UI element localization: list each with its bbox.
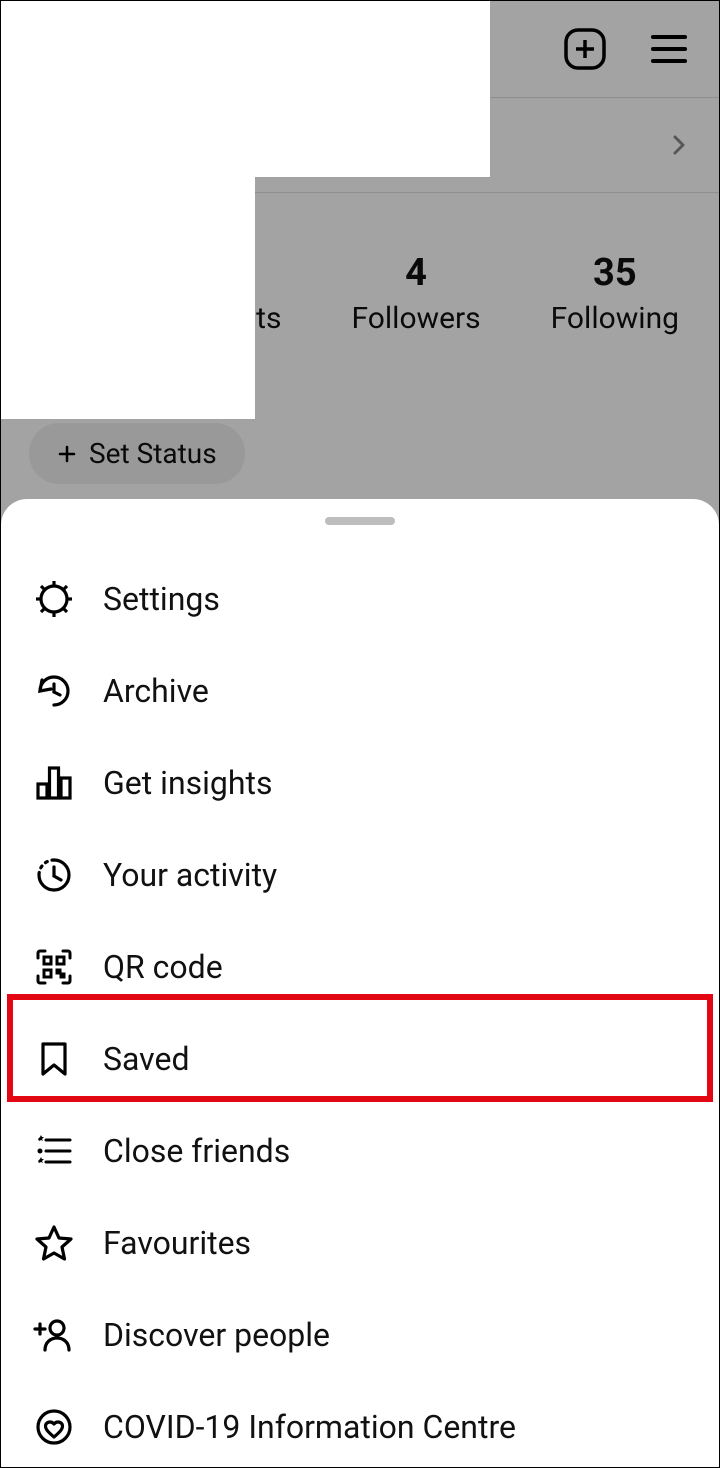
menu-item-favourites[interactable]: Favourites <box>1 1197 719 1289</box>
menu-item-label: Close friends <box>103 1132 290 1170</box>
menu-item-discover-people[interactable]: Discover people <box>1 1289 719 1381</box>
activity-icon <box>31 852 77 898</box>
menu-item-covid-info[interactable]: COVID-19 Information Centre <box>1 1381 719 1468</box>
covid-icon <box>31 1404 77 1450</box>
bottom-sheet-menu: Settings Archive Get insi <box>1 499 719 1467</box>
close-friends-icon <box>31 1128 77 1174</box>
qrcode-icon <box>31 944 77 990</box>
menu-item-close-friends[interactable]: Close friends <box>1 1105 719 1197</box>
settings-icon <box>31 576 77 622</box>
discover-people-icon <box>31 1312 77 1358</box>
insights-icon <box>31 760 77 806</box>
menu-item-label: QR code <box>103 948 223 986</box>
redaction-overlay <box>1 1 255 419</box>
menu-item-label: Discover people <box>103 1316 330 1354</box>
menu-item-label: Get insights <box>103 764 273 802</box>
menu-item-insights[interactable]: Get insights <box>1 737 719 829</box>
sheet-grabber[interactable] <box>325 517 395 525</box>
menu-item-label: Archive <box>103 672 209 710</box>
archive-icon <box>31 668 77 714</box>
menu-item-label: Settings <box>103 580 220 618</box>
annotation-highlight-box <box>7 994 713 1102</box>
menu-item-label: Favourites <box>103 1224 251 1262</box>
menu-item-your-activity[interactable]: Your activity <box>1 829 719 921</box>
menu-item-label: COVID-19 Information Centre <box>103 1408 516 1446</box>
menu-item-archive[interactable]: Archive <box>1 645 719 737</box>
menu-item-settings[interactable]: Settings <box>1 553 719 645</box>
favourites-icon <box>31 1220 77 1266</box>
menu-item-label: Your activity <box>103 856 277 894</box>
